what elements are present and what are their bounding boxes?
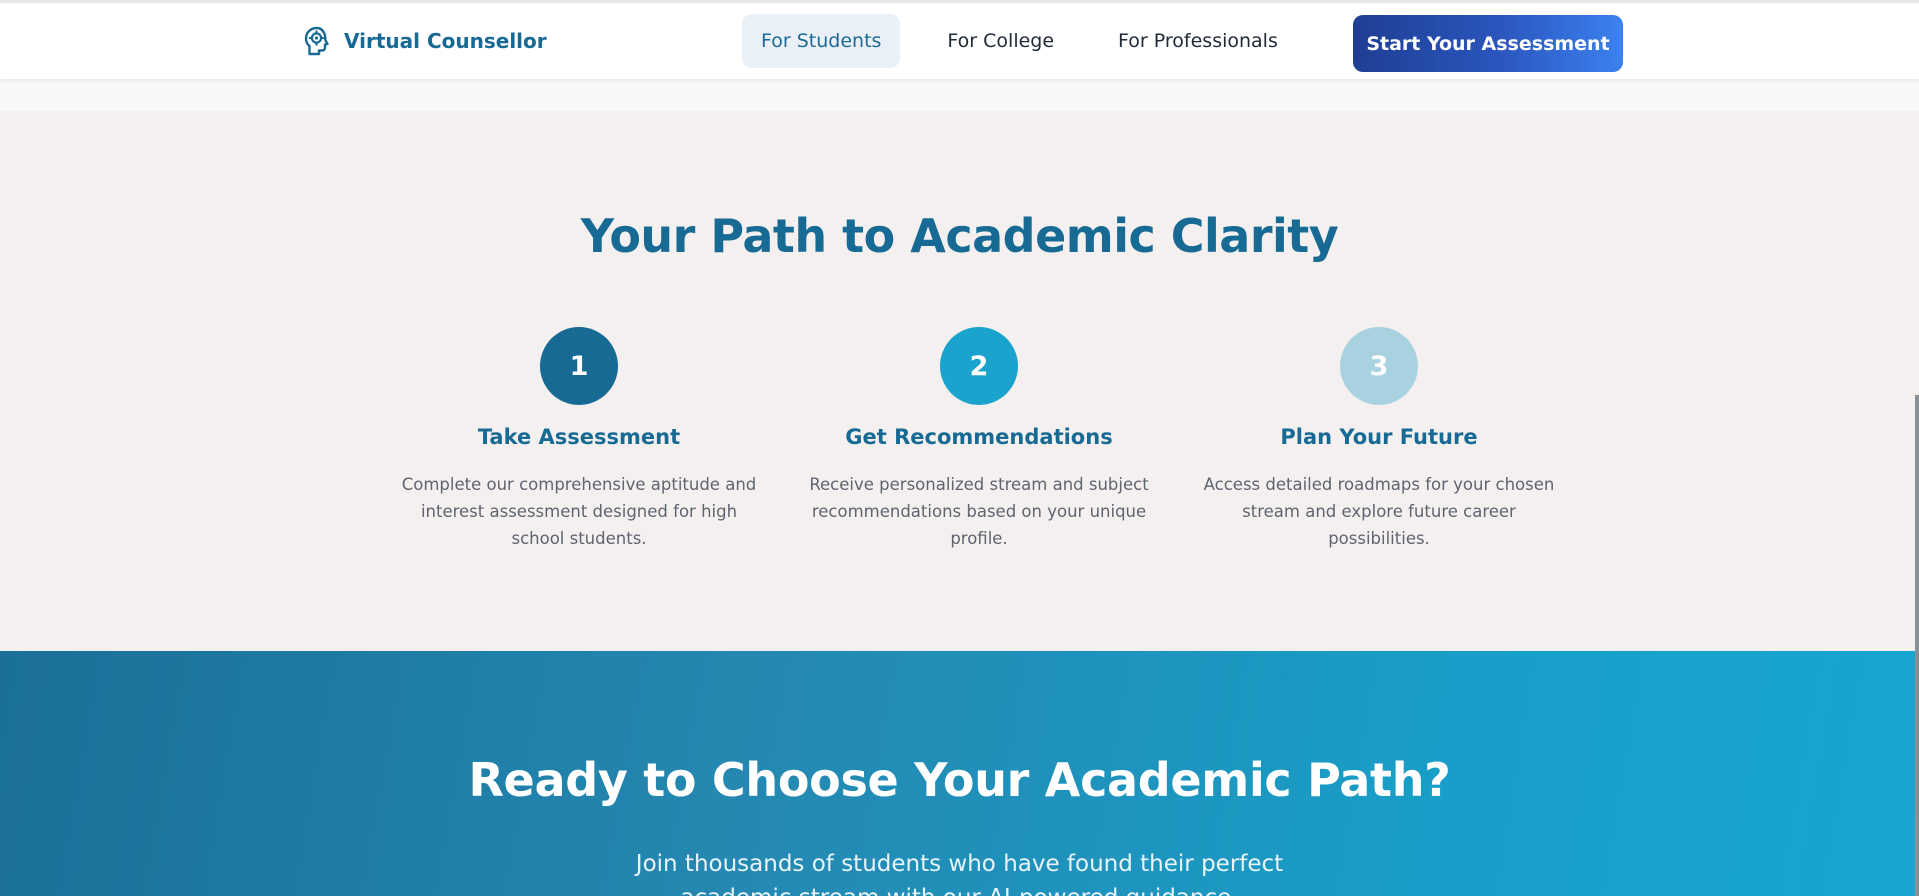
main-nav: For Students For College For Professiona…: [742, 14, 1317, 68]
cta-section: Ready to Choose Your Academic Path? Join…: [0, 651, 1919, 896]
step-title: Get Recommendations: [845, 425, 1113, 449]
section-title: Your Path to Academic Clarity: [580, 209, 1339, 263]
page: Virtual Counsellor For Students For Coll…: [0, 0, 1919, 896]
step-description: Receive personalized stream and subject …: [809, 475, 1149, 548]
brand-name: Virtual Counsellor: [344, 29, 547, 53]
step-card: 3 Plan Your Future Access detailed roadm…: [1189, 327, 1569, 552]
start-assessment-button[interactable]: Start Your Assessment: [1353, 15, 1623, 72]
step-description: Access detailed roadmaps for your chosen…: [1203, 475, 1555, 548]
header-spacer: [0, 79, 1919, 111]
step-card: 1 Take Assessment Complete our comprehen…: [389, 327, 769, 552]
step-number-badge: 2: [940, 327, 1018, 405]
step-card: 2 Get Recommendations Receive personaliz…: [789, 327, 1169, 552]
cta-title: Ready to Choose Your Academic Path?: [468, 753, 1451, 807]
nav-for-students[interactable]: For Students: [742, 14, 901, 68]
nav-for-professionals[interactable]: For Professionals: [1099, 14, 1297, 68]
cta-subtitle: Join thousands of students who have foun…: [635, 851, 1284, 896]
head-gear-icon: [302, 25, 332, 57]
brand-logo[interactable]: Virtual Counsellor: [302, 25, 547, 57]
step-number-badge: 1: [540, 327, 618, 405]
nav-for-college[interactable]: For College: [928, 14, 1073, 68]
step-title: Plan Your Future: [1280, 425, 1478, 449]
steps-section: Your Path to Academic Clarity 1 Take Ass…: [0, 111, 1919, 651]
step-number-badge: 3: [1340, 327, 1418, 405]
step-description: Complete our comprehensive aptitude and …: [401, 475, 757, 548]
site-header: Virtual Counsellor For Students For Coll…: [0, 0, 1919, 79]
page-scrollbar[interactable]: [1915, 395, 1919, 896]
step-title: Take Assessment: [477, 425, 681, 449]
